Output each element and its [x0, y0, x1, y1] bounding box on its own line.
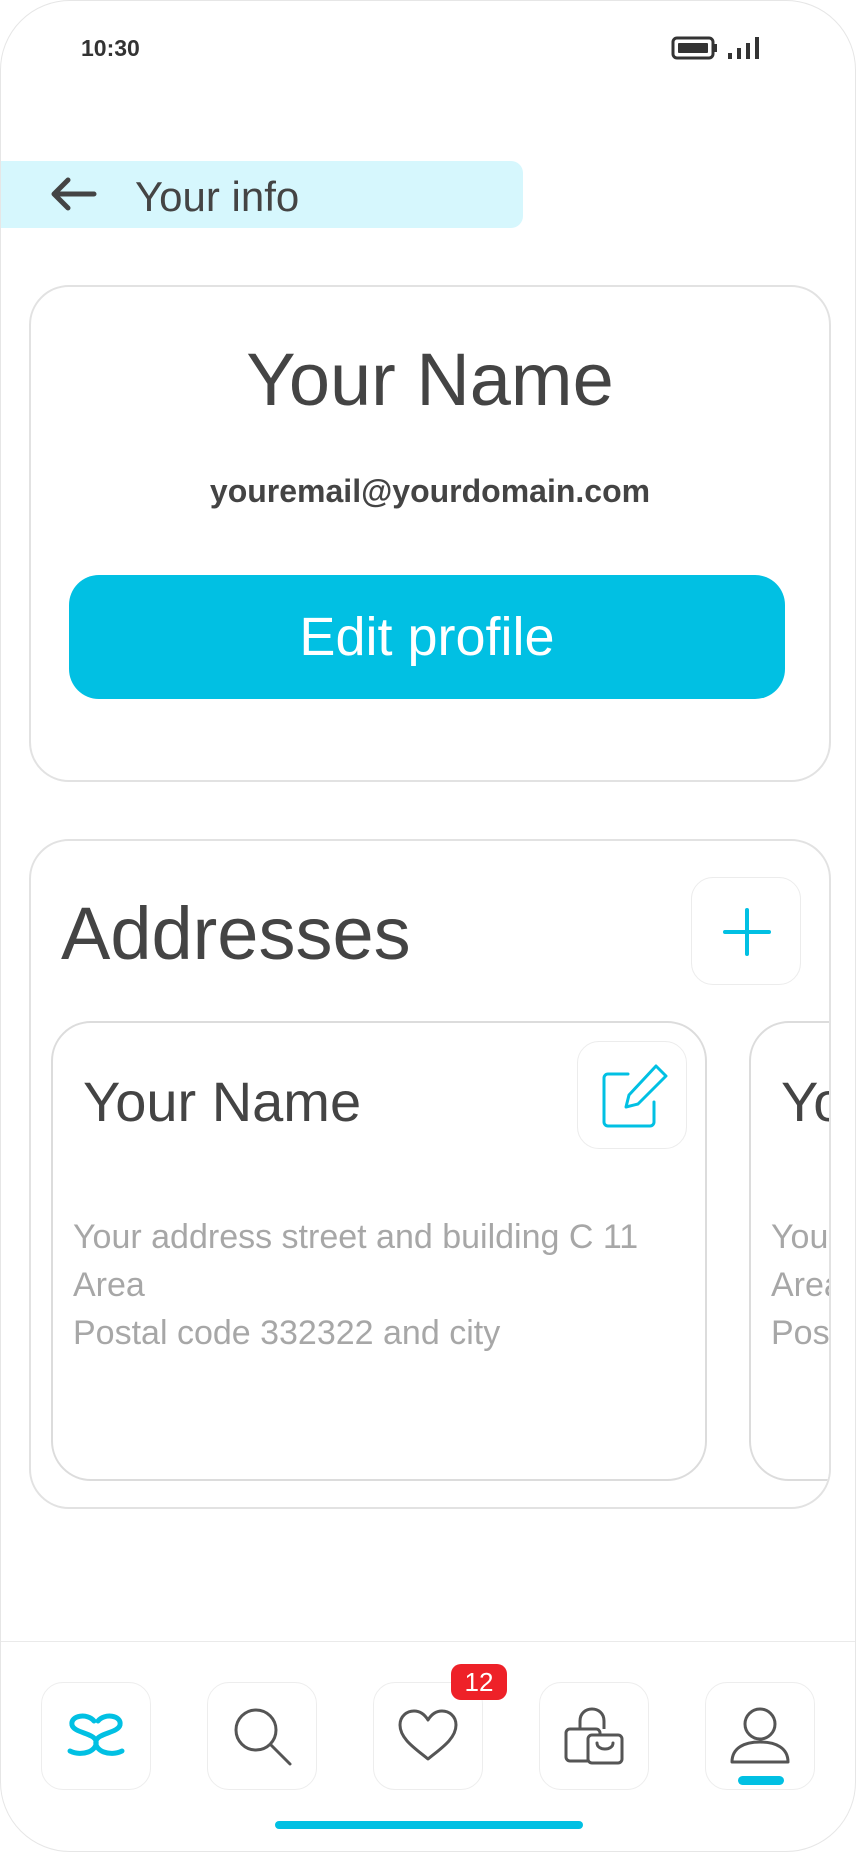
status-time: 10:30 — [81, 35, 140, 61]
addresses-card: Addresses Your Name Your address street … — [29, 839, 831, 1509]
address-line: Your address street and building C 11 — [73, 1218, 639, 1256]
address-line: Postal code 332322 and city — [771, 1314, 830, 1352]
status-icons — [671, 33, 771, 68]
address-card[interactable]: Your Name Your address street and buildi… — [749, 1021, 830, 1481]
page-title: Your info — [135, 173, 300, 220]
address-name: Your Name — [781, 1070, 829, 1133]
address-line: Area — [771, 1266, 829, 1304]
home-indicator[interactable] — [275, 1821, 583, 1829]
battery-signal-icon — [671, 36, 759, 60]
phone-screen: 10:30 Your info Your Name youremail@your… — [0, 0, 856, 1852]
shopping-bag-icon — [564, 1707, 624, 1765]
arrow-left-icon[interactable] — [46, 174, 98, 214]
nav-active-indicator — [738, 1776, 784, 1785]
address-card[interactable]: Your Name Your address street and buildi… — [51, 1021, 707, 1481]
address-lines: Your address street and building C 11 Ar… — [73, 1213, 638, 1357]
address-line: Postal code 332322 and city — [73, 1314, 501, 1352]
user-icon — [730, 1707, 790, 1764]
heart-icon — [398, 1709, 458, 1761]
favorites-count-badge: 12 — [451, 1664, 507, 1700]
address-line: Your address street and building C 11 — [771, 1218, 829, 1256]
edit-address-button[interactable] — [577, 1041, 687, 1149]
edit-icon — [602, 1064, 668, 1128]
addresses-title: Addresses — [61, 892, 411, 975]
profile-email: youremail@yourdomain.com — [209, 473, 651, 509]
profile-card: Your Name youremail@yourdomain.com Edit … — [29, 285, 831, 782]
nav-search[interactable] — [207, 1682, 317, 1790]
plus-icon — [723, 908, 771, 956]
address-name: Your Name — [83, 1070, 362, 1133]
profile-name: Your Name — [246, 338, 614, 421]
address-lines: Your address street and building C 11 Ar… — [771, 1213, 830, 1357]
nav-shop[interactable] — [539, 1682, 649, 1790]
add-address-button[interactable] — [691, 877, 801, 985]
address-line: Area — [73, 1266, 145, 1304]
nav-home[interactable] — [41, 1682, 151, 1790]
nav-profile[interactable] — [705, 1682, 815, 1790]
search-icon — [234, 1708, 292, 1766]
header-bar: Your info — [1, 161, 523, 228]
logo-icon — [67, 1713, 125, 1756]
status-bar: 10:30 — [1, 1, 855, 101]
edit-profile-button[interactable]: Edit profile — [69, 575, 785, 699]
